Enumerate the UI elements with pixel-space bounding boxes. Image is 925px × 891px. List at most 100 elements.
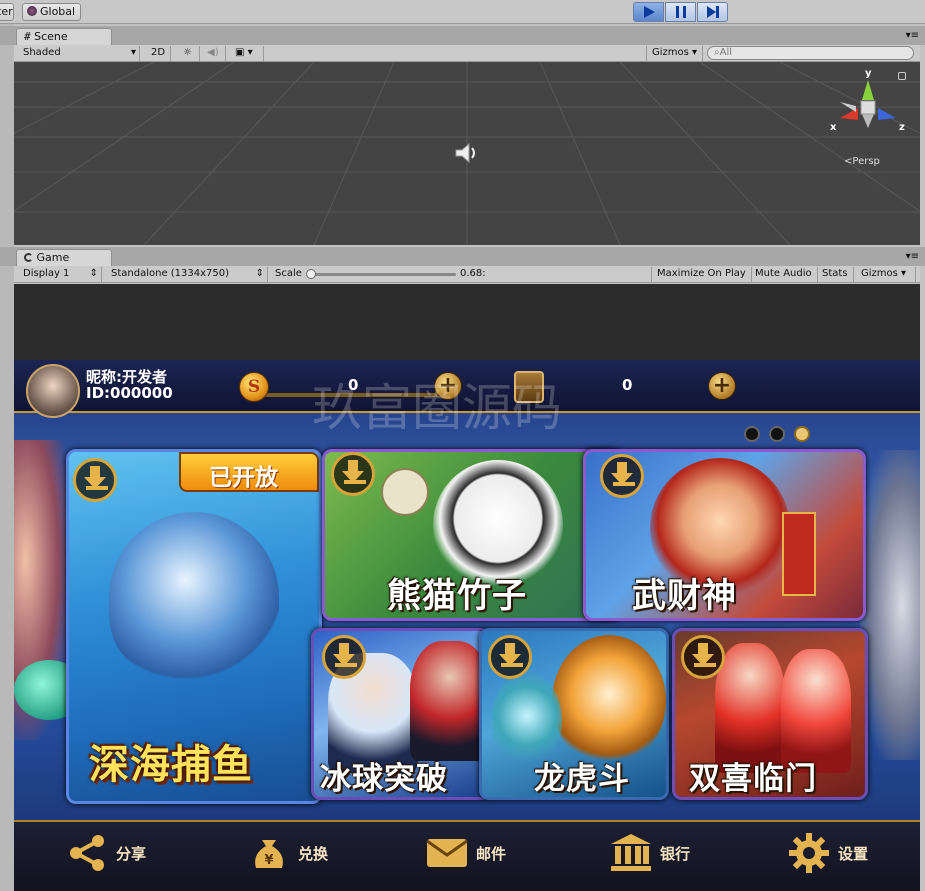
- coin-symbol: S: [247, 377, 261, 397]
- nav-bank-button[interactable]: 银行: [608, 830, 690, 876]
- user-id-label: ID:000000: [86, 384, 173, 402]
- game-tabbar: Game ▾≡: [0, 247, 925, 266]
- bank-amount: 0: [622, 376, 633, 394]
- pause-icon: [675, 6, 686, 18]
- game-title-fishing: 深海捕鱼: [89, 742, 253, 788]
- left-panel-edge: [0, 24, 14, 891]
- download-icon[interactable]: [322, 635, 366, 679]
- mode-2d-toggle[interactable]: 2D: [146, 46, 172, 61]
- scale-slider-track[interactable]: [310, 273, 456, 276]
- game-title-double-happiness: 双喜临门: [689, 761, 817, 797]
- carousel-dot-2[interactable]: [769, 426, 785, 442]
- mute-audio-toggle[interactable]: Mute Audio: [750, 267, 818, 282]
- tab-scene[interactable]: # Scene: [16, 28, 112, 45]
- scene-controlbar: Shaded ▾ 2D ☼ ◀) ▣ ▾ Gizmos ▾ ⌕All: [14, 45, 920, 62]
- game-title-panda: 熊猫竹子: [387, 576, 527, 616]
- nav-exchange-label: 兑换: [298, 844, 329, 863]
- svg-text:¥: ¥: [264, 853, 273, 868]
- lock-icon[interactable]: [898, 72, 906, 80]
- coin-amount: 0: [348, 376, 359, 394]
- plus-icon: +: [438, 373, 458, 398]
- game-card-ice-hockey[interactable]: 冰球突破: [311, 628, 491, 800]
- display-label: Display 1: [23, 268, 70, 279]
- grid-icon: #: [24, 30, 31, 43]
- nav-mail-button[interactable]: 邮件: [424, 830, 506, 876]
- gear-icon: [786, 830, 832, 876]
- play-button[interactable]: [633, 2, 664, 22]
- add-bank-button[interactable]: +: [708, 372, 736, 400]
- chevron-down-icon: ▾: [130, 47, 136, 58]
- game-card-deep-sea-fishing[interactable]: 已开放 深海捕鱼: [66, 449, 322, 804]
- download-icon[interactable]: [331, 452, 375, 496]
- mute-label: Mute Audio: [755, 268, 812, 279]
- scale-slider-handle[interactable]: [306, 269, 316, 279]
- game-gizmos-dropdown[interactable]: Gizmos ▾: [856, 267, 916, 282]
- plus-icon-2: +: [712, 373, 732, 398]
- bottom-nav: 分享 ¥ 兑换 邮件 银行 设置: [14, 820, 920, 891]
- share-icon: [64, 830, 110, 876]
- main-toolbar: ter Global: [0, 0, 925, 24]
- speaker-icon: ◀): [207, 47, 219, 58]
- add-coin-button[interactable]: +: [434, 372, 462, 400]
- game-card-panda-bamboo[interactable]: 熊猫竹子: [322, 449, 622, 621]
- scene-search-input[interactable]: ⌕All: [707, 46, 914, 60]
- game-card-dragon-tiger[interactable]: 龙虎斗: [479, 628, 669, 800]
- scene-viewport[interactable]: y x z <Persp: [14, 62, 920, 245]
- scene-gizmos-dropdown[interactable]: Gizmos ▾: [646, 46, 704, 61]
- bank-icon: [608, 830, 654, 876]
- pivot-label: ter: [0, 5, 13, 18]
- pause-button[interactable]: [665, 2, 696, 22]
- nav-share-label: 分享: [116, 844, 147, 863]
- updown-icon: ⇕: [89, 268, 98, 279]
- hockey-player-2-art: [410, 641, 488, 761]
- money-bag-icon: ¥: [246, 830, 292, 876]
- open-badge: 已开放: [179, 452, 319, 492]
- nav-settings-button[interactable]: 设置: [786, 830, 868, 876]
- game-canvas: 昵称:开发者 ID:000000 S 0 + 0 + 玖富圈源码 www.tia…: [14, 360, 920, 891]
- persp-toggle[interactable]: <Persp: [844, 156, 880, 167]
- resolution-dropdown[interactable]: Standalone (1334x750) ⇕: [106, 267, 268, 282]
- stats-toggle[interactable]: Stats: [817, 267, 854, 282]
- scale-value: 0.68:: [460, 268, 486, 279]
- maximize-on-play-toggle[interactable]: Maximize On Play: [651, 267, 752, 282]
- download-icon[interactable]: [488, 635, 532, 679]
- game-card-double-happiness[interactable]: 双喜临门: [672, 628, 868, 800]
- audio-source-icon[interactable]: [454, 142, 480, 164]
- avatar[interactable]: [26, 364, 80, 418]
- image-icon: ▣: [235, 47, 245, 58]
- lighting-toggle[interactable]: ☼: [178, 46, 200, 61]
- panel-menu-icon[interactable]: ▾≡: [906, 30, 919, 41]
- search-placeholder: All: [719, 47, 733, 58]
- carousel-dot-3[interactable]: [794, 426, 810, 442]
- shading-dropdown[interactable]: Shaded ▾: [18, 46, 140, 61]
- global-toggle[interactable]: Global: [22, 3, 81, 21]
- mail-icon: [424, 830, 470, 876]
- open-badge-label: 已开放: [209, 465, 278, 491]
- carousel-dot-1[interactable]: [744, 426, 760, 442]
- pivot-toggle[interactable]: ter: [0, 3, 14, 21]
- game-panel-menu-icon[interactable]: ▾≡: [906, 251, 919, 262]
- bamboo-fan-icon: [381, 468, 429, 516]
- scale-label: Scale: [275, 268, 302, 279]
- nav-share-button[interactable]: 分享: [64, 830, 146, 876]
- display-dropdown[interactable]: Display 1 ⇕: [18, 267, 102, 282]
- effects-dropdown[interactable]: ▣ ▾: [230, 46, 264, 61]
- step-button[interactable]: [697, 2, 728, 22]
- user-topbar: 昵称:开发者 ID:000000 S 0 + 0 +: [14, 360, 920, 418]
- download-icon[interactable]: [73, 458, 117, 502]
- scene-tabbar: # Scene ▾≡: [0, 26, 925, 45]
- nav-exchange-button[interactable]: ¥ 兑换: [246, 830, 328, 876]
- shading-label: Shaded: [23, 47, 61, 58]
- game-card-wealth-god[interactable]: 武财神: [583, 449, 866, 621]
- play-icon: [643, 6, 655, 18]
- axis-y-label: y: [865, 68, 872, 79]
- game-viewport: 昵称:开发者 ID:000000 S 0 + 0 + 玖富圈源码 www.tia…: [14, 284, 920, 891]
- sun-icon: ☼: [183, 47, 192, 58]
- orientation-gizmo[interactable]: y x z <Persp: [826, 68, 906, 167]
- download-icon[interactable]: [600, 454, 644, 498]
- audio-toggle[interactable]: ◀): [202, 46, 226, 61]
- download-icon[interactable]: [681, 635, 725, 679]
- maximize-label: Maximize On Play: [657, 268, 746, 279]
- resolution-updown-icon: ⇕: [255, 268, 264, 279]
- tab-game[interactable]: Game: [16, 249, 112, 266]
